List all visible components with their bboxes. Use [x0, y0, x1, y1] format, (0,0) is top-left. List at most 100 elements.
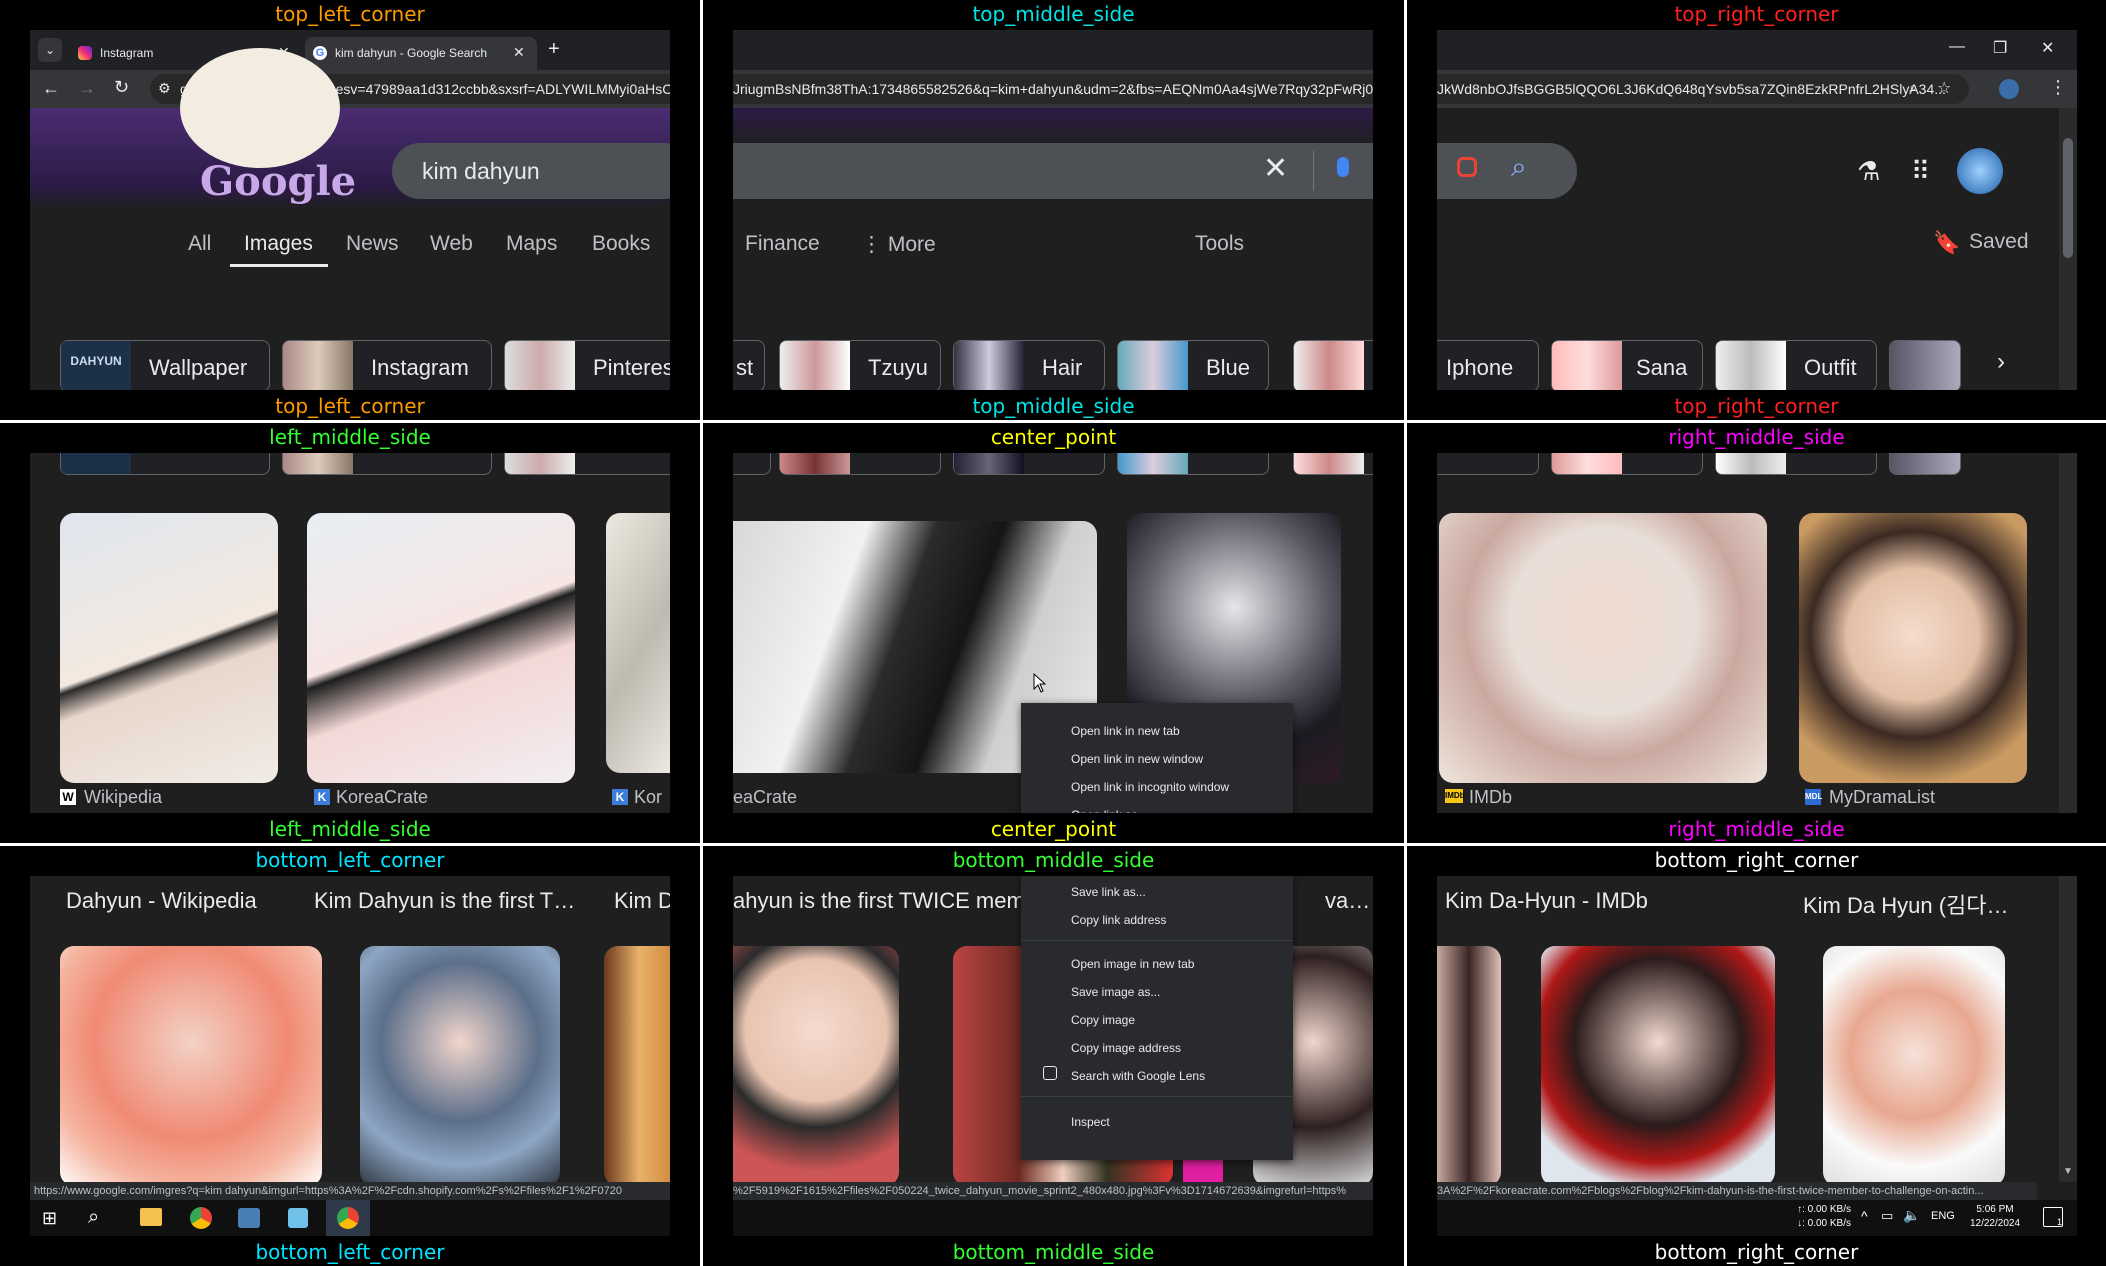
google-logo[interactable]: Google [200, 158, 356, 205]
search-icon[interactable]: ⌕ [1511, 151, 1527, 184]
notepad-icon[interactable] [288, 1208, 308, 1228]
result-title[interactable]: Kim Da-Hyun - IMDb [1445, 888, 1648, 914]
image-result[interactable] [606, 513, 670, 773]
chip-pinterest[interactable]: Pinteres [504, 340, 670, 390]
chip-hair[interactable] [953, 453, 1105, 475]
menu-inspect[interactable]: Inspect [1071, 1111, 1110, 1133]
minimize-icon[interactable]: — [1949, 38, 1965, 56]
result-source[interactable]: IMDb [1469, 787, 1512, 808]
result-source[interactable]: Kor [634, 787, 662, 808]
tab-finance[interactable]: Finance [745, 232, 820, 256]
tab-search-button[interactable]: ⌄ [38, 38, 62, 62]
file-explorer-icon[interactable] [140, 1208, 162, 1226]
image-result[interactable] [1823, 946, 2005, 1186]
image-result[interactable] [1437, 946, 1501, 1186]
close-window-icon[interactable]: ✕ [2041, 38, 2054, 58]
scrollbar-thumb[interactable] [2063, 138, 2073, 258]
menu-search-google-lens[interactable]: Search with Google Lens [1071, 1065, 1205, 1087]
tab-news[interactable]: News [346, 232, 399, 256]
search-icon[interactable]: ⌕ [88, 1206, 99, 1229]
account-avatar[interactable] [1957, 148, 2003, 194]
apps-grid-icon[interactable]: ⠿ [1911, 156, 1930, 187]
scrollbar[interactable]: ▼ [2059, 876, 2077, 1182]
result-source[interactable]: Wikipedia [84, 787, 162, 808]
chip-wallpaper[interactable]: DAHYUN Wallpaper [60, 340, 270, 390]
tab-all[interactable]: All [188, 232, 211, 256]
tab-web[interactable]: Web [430, 232, 473, 256]
image-result[interactable] [307, 513, 575, 783]
reload-icon[interactable]: ↻ [114, 77, 129, 98]
result-title[interactable]: Dahyun - Wikipedia [66, 888, 257, 914]
new-tab-icon[interactable]: + [548, 38, 560, 61]
tab-google-search[interactable]: G kim dahyun - Google Search ✕ [305, 37, 537, 70]
taskbar-active-app[interactable] [326, 1200, 370, 1236]
menu-copy-image-address[interactable]: Copy image address [1071, 1037, 1181, 1059]
chip-tzuyu[interactable] [779, 453, 941, 475]
chip-blue[interactable] [1117, 453, 1269, 475]
image-result[interactable] [604, 946, 670, 1186]
result-title[interactable]: Kim D [614, 888, 670, 914]
result-title[interactable]: Kim Dahyun is the first T… [314, 888, 575, 914]
chrome-menu-icon[interactable]: ⋮ [2049, 77, 2067, 98]
chip-instagram[interactable]: Instagram [282, 340, 492, 390]
chip-partial[interactable] [1293, 453, 1373, 475]
chip-sana[interactable]: Sana [1551, 340, 1703, 390]
result-source[interactable]: eaCrate [733, 787, 797, 808]
menu-copy-image[interactable]: Copy image [1071, 1009, 1135, 1031]
menu-copy-link-address[interactable]: Copy link address [1071, 909, 1166, 931]
windows-start-icon[interactable]: ⊞ [42, 1208, 57, 1229]
address-bar[interactable]: JriugmBsNBfm38ThA:1734865582526&q=kim+da… [733, 74, 1373, 104]
result-title[interactable]: Kim Da Hyun (김다… [1803, 888, 2009, 920]
image-result[interactable] [60, 513, 278, 783]
clock[interactable]: 5:06 PM 12/22/2024 [1965, 1203, 2025, 1231]
site-info-icon[interactable]: ⚙ [158, 80, 171, 97]
image-result[interactable] [1799, 513, 2027, 783]
forward-icon[interactable]: → [78, 78, 96, 99]
chevron-right-icon[interactable]: › [1997, 348, 2005, 376]
python-app-icon[interactable] [238, 1208, 260, 1228]
tab-books[interactable]: Books [592, 232, 650, 256]
volume-icon[interactable]: 🔈 [1903, 1207, 1920, 1224]
chip-wallpaper[interactable] [60, 453, 270, 475]
tools-button[interactable]: Tools [1195, 232, 1244, 256]
saved-label[interactable]: Saved [1969, 230, 2029, 254]
result-title[interactable]: va… [1325, 888, 1370, 914]
chip-partial[interactable] [1889, 453, 1961, 475]
search-input[interactable]: ✕ [733, 143, 1373, 199]
address-text[interactable]: JkWd8nbOJfsBGGB5lQQO6L3J6KdQ648qYsvb5sa7… [1437, 81, 1946, 97]
google-lens-icon[interactable] [1457, 157, 1477, 177]
labs-flask-icon[interactable]: ⚗ [1857, 156, 1880, 187]
menu-save-link-as[interactable]: Save link as... [1071, 881, 1146, 903]
result-source[interactable]: MyDramaList [1829, 787, 1935, 808]
image-result[interactable] [60, 946, 322, 1186]
language-indicator[interactable]: ENG [1931, 1210, 1955, 1222]
search-input[interactable]: ⌕ [1437, 143, 1577, 199]
image-result[interactable] [1541, 946, 1775, 1186]
search-query[interactable]: kim dahyun [422, 158, 540, 185]
scrollbar[interactable] [2059, 453, 2077, 813]
more-menu[interactable]: ⋮ More [861, 232, 936, 257]
tab-images[interactable]: Images [244, 232, 313, 256]
chip-sana[interactable] [1551, 453, 1703, 475]
image-result[interactable] [1439, 513, 1767, 783]
chip-outfit[interactable] [1715, 453, 1877, 475]
tab-maps[interactable]: Maps [506, 232, 557, 256]
chip-partial[interactable]: st [733, 340, 765, 390]
menu-open-image-new-tab[interactable]: Open image in new tab [1071, 953, 1194, 975]
chip-partial[interactable] [1293, 340, 1373, 390]
scroll-down-icon[interactable]: ▼ [2063, 1166, 2073, 1177]
chevron-up-icon[interactable]: ^ [1861, 1208, 1868, 1224]
menu-save-image-as[interactable]: Save image as... [1071, 981, 1160, 1003]
chip-pinterest[interactable] [504, 453, 670, 475]
address-text[interactable]: JriugmBsNBfm38ThA:1734865582526&q=kim+da… [733, 81, 1373, 97]
profile-avatar[interactable] [1999, 79, 2019, 99]
result-source[interactable]: KoreaCrate [336, 787, 428, 808]
chip-partial[interactable] [1889, 340, 1961, 390]
chip-tzuyu[interactable]: Tzuyu [779, 340, 941, 390]
chip-hair[interactable]: Hair [953, 340, 1105, 390]
chip-blue[interactable]: Blue [1117, 340, 1269, 390]
zoom-icon[interactable]: ⌕ [1909, 79, 1917, 96]
image-result[interactable] [360, 946, 560, 1186]
scrollbar[interactable] [2059, 108, 2077, 390]
chip-instagram[interactable] [282, 453, 492, 475]
